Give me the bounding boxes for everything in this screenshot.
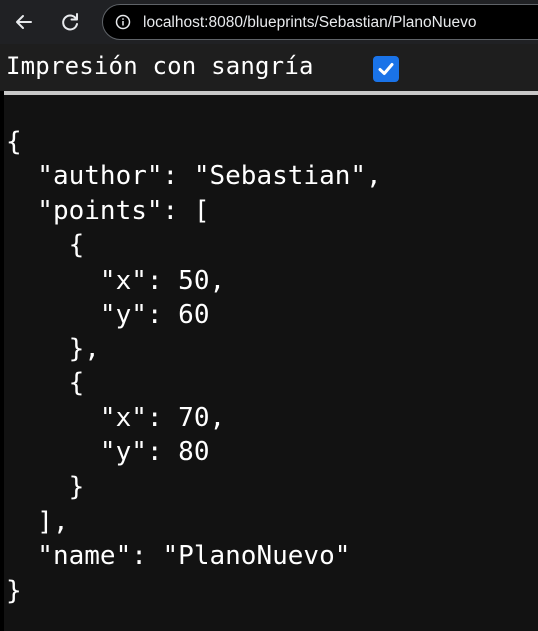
address-bar[interactable]: localhost:8080/blueprints/Sebastian/Plan… — [102, 4, 538, 40]
checkmark-icon — [378, 63, 394, 75]
json-line: ], — [6, 507, 69, 537]
reload-button[interactable] — [54, 6, 86, 38]
json-line: } — [6, 472, 85, 502]
json-line: { — [6, 230, 85, 260]
json-line: "name": "PlanoNuevo" — [6, 541, 351, 571]
json-line: { — [6, 127, 22, 157]
json-viewer: { "author": "Sebastian", "points": [ { "… — [4, 95, 538, 631]
pretty-print-checkbox[interactable] — [373, 56, 399, 82]
json-line: "y": 80 — [6, 437, 210, 467]
json-line: }, — [6, 334, 100, 364]
json-line: "x": 50, — [6, 266, 226, 296]
json-line: "author": "Sebastian", — [6, 161, 382, 191]
json-line: { — [6, 368, 85, 398]
pretty-print-bar: Impresión con sangría — [0, 44, 538, 91]
json-line: "y": 60 — [6, 300, 210, 330]
back-button[interactable] — [8, 6, 40, 38]
page-content: Impresión con sangría { "author": "Sebas… — [0, 44, 538, 631]
info-icon[interactable] — [115, 14, 131, 30]
reload-icon — [62, 13, 78, 31]
json-line: "x": 70, — [6, 403, 226, 433]
json-line: } — [6, 576, 22, 606]
url-text[interactable]: localhost:8080/blueprints/Sebastian/Plan… — [143, 14, 476, 32]
browser-toolbar: localhost:8080/blueprints/Sebastian/Plan… — [0, 0, 538, 44]
json-line: "points": [ — [6, 196, 210, 226]
pretty-print-label: Impresión con sangría — [6, 52, 314, 80]
arrow-left-icon — [16, 15, 32, 29]
